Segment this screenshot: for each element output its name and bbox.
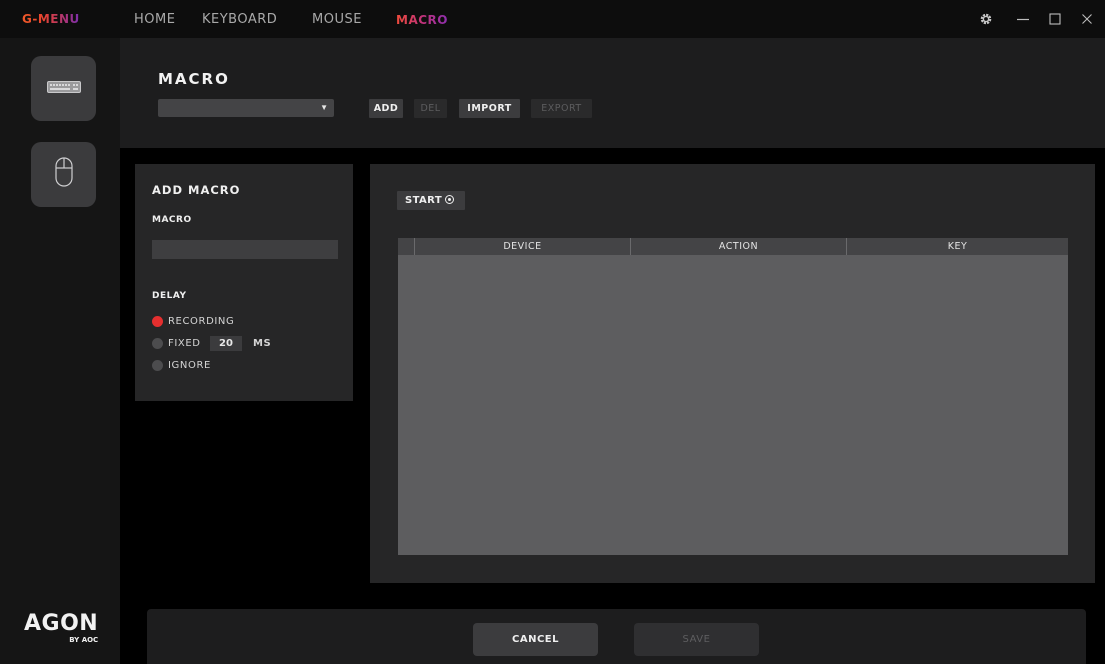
macro-name-label: MACRO [152, 215, 192, 225]
fixed-radio[interactable] [152, 338, 163, 349]
fixed-label: FIXED [168, 338, 201, 349]
export-button[interactable]: EXPORT [531, 99, 592, 118]
keyboard-icon [46, 80, 81, 98]
keyboard-device-button[interactable] [31, 56, 96, 121]
start-label: START [405, 195, 443, 206]
macro-select[interactable]: ▼ [158, 99, 334, 117]
recorder-table-header: DEVICE ACTION KEY [398, 238, 1068, 255]
column-action: ACTION [630, 238, 846, 255]
ignore-radio[interactable] [152, 360, 163, 371]
column-device: DEVICE [414, 238, 630, 255]
nav-macro[interactable]: MACRO [396, 13, 448, 27]
mouse-device-button[interactable] [31, 142, 96, 207]
minimize-icon[interactable] [1013, 8, 1033, 30]
recording-label: RECORDING [168, 316, 235, 327]
close-icon[interactable] [1077, 8, 1097, 30]
start-record-button[interactable]: START [397, 191, 465, 210]
logo-sub: BY AOC [69, 636, 99, 644]
recorder-table-body[interactable] [398, 255, 1068, 555]
macro-name-input[interactable] [152, 240, 338, 259]
delay-label: DELAY [152, 291, 187, 301]
save-button[interactable]: SAVE [634, 623, 759, 656]
page-title: MACRO [158, 70, 230, 88]
maximize-icon[interactable] [1045, 8, 1065, 30]
fixed-unit-label: MS [253, 338, 272, 349]
agon-logo: AGON BY AOC [24, 611, 99, 645]
device-sidebar [0, 38, 120, 664]
caret-down-icon: ▼ [320, 103, 328, 112]
import-button[interactable]: IMPORT [459, 99, 520, 118]
cancel-button[interactable]: CANCEL [473, 623, 598, 656]
add-macro-title: ADD MACRO [152, 183, 241, 197]
nav-keyboard[interactable]: KEYBOARD [202, 12, 277, 27]
logo-main: AGON [24, 611, 99, 636]
footer-bar [147, 609, 1086, 664]
ignore-label: IGNORE [168, 360, 211, 371]
nav-home[interactable]: HOME [134, 12, 175, 27]
nav-mouse[interactable]: MOUSE [312, 12, 362, 27]
record-icon [445, 195, 454, 204]
recording-radio[interactable] [152, 316, 163, 327]
column-key: KEY [846, 238, 1068, 255]
macro-header [120, 38, 1105, 148]
fixed-delay-input[interactable]: 20 [210, 336, 242, 351]
del-button[interactable]: DEL [414, 99, 447, 118]
gear-icon[interactable] [976, 8, 996, 30]
add-button[interactable]: ADD [369, 99, 403, 118]
app-brand: G-MENU [22, 12, 80, 26]
mouse-icon [54, 157, 73, 192]
